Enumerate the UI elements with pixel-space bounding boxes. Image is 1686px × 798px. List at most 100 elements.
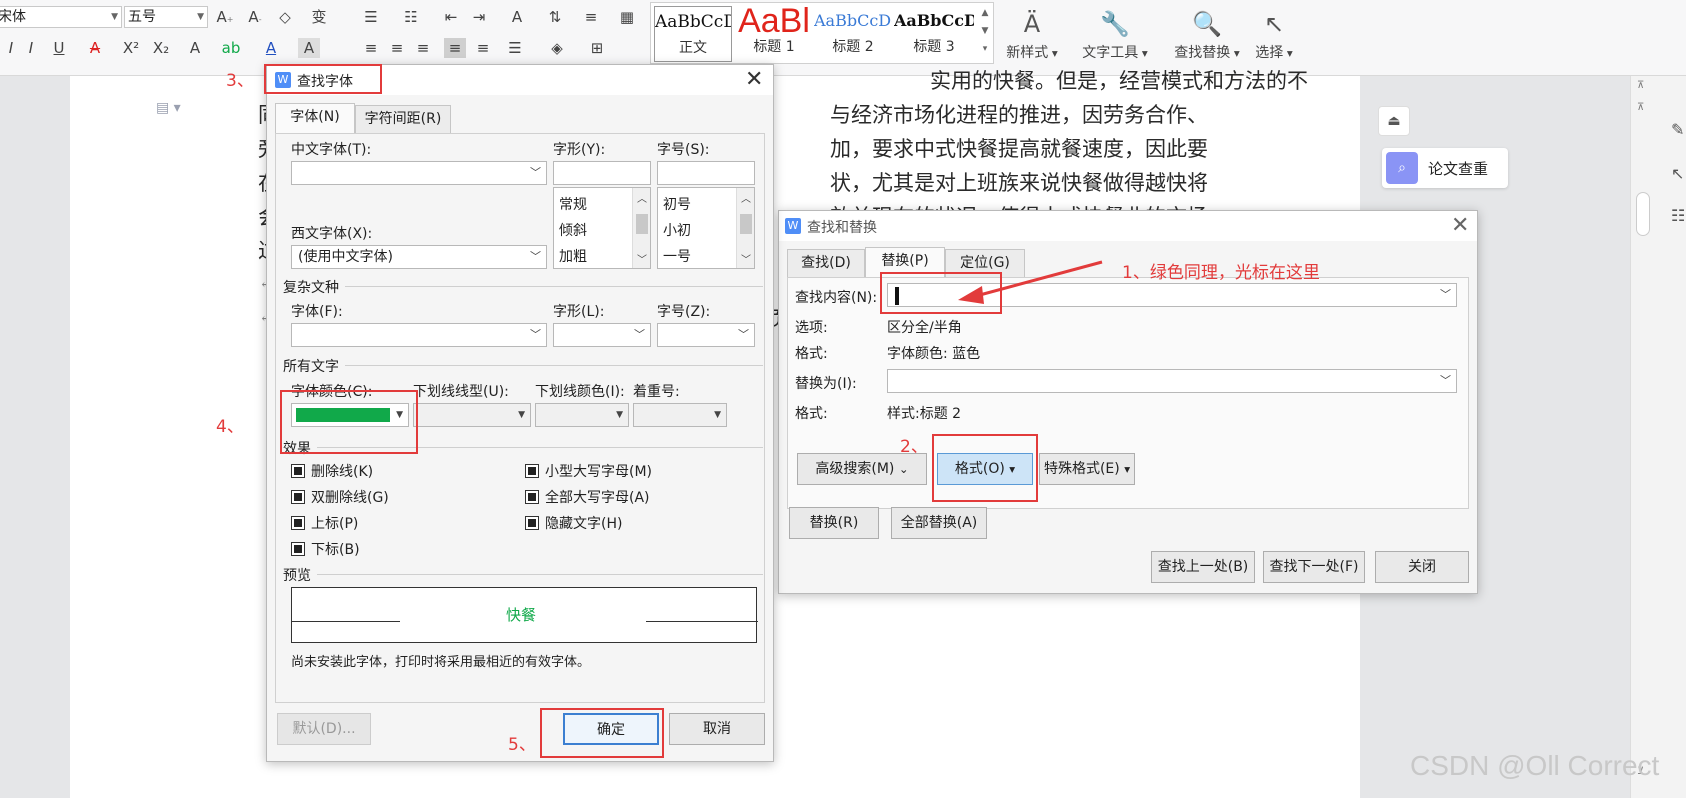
- complex-style-select[interactable]: ﹀: [553, 323, 651, 347]
- checkbox-box[interactable]: [291, 516, 305, 530]
- underline-type-select[interactable]: ▼: [413, 403, 531, 427]
- all-caps-checkbox[interactable]: 全部大写字母(A): [525, 487, 650, 507]
- list-item[interactable]: 小初: [663, 220, 691, 240]
- sliders-icon[interactable]: ☷: [1671, 206, 1685, 225]
- phonetic-icon[interactable]: 变: [308, 7, 330, 27]
- font-name-combo[interactable]: 宋体 ▼: [0, 6, 122, 28]
- checkbox-box[interactable]: [525, 490, 539, 504]
- close-icon[interactable]: ✕: [1451, 215, 1469, 237]
- line-spacing-icon[interactable]: ≡: [580, 7, 602, 27]
- style-list[interactable]: 常规 倾斜 加粗 ︿ ﹀: [553, 187, 651, 269]
- eraser-icon[interactable]: ◇: [274, 7, 296, 27]
- double-strikethrough-checkbox[interactable]: 双删除线(G): [291, 487, 389, 507]
- subscript-checkbox[interactable]: 下标(B): [291, 539, 360, 559]
- scroll-up-icon[interactable]: ⊼: [1637, 102, 1644, 113]
- checkbox-box[interactable]: [291, 542, 305, 556]
- default-button[interactable]: 默认(D)...: [277, 713, 371, 745]
- advanced-search-button[interactable]: 高级搜索(M) ⌄: [797, 453, 927, 485]
- text-effect-icon[interactable]: A: [184, 38, 206, 58]
- style-input[interactable]: [553, 161, 651, 185]
- paper-check-button[interactable]: ⌕ 论文查重: [1382, 148, 1508, 188]
- align-right-icon[interactable]: ≡: [412, 38, 434, 58]
- find-next-button[interactable]: 查找下一处(F): [1263, 551, 1365, 583]
- chevron-up-icon[interactable]: ︿: [737, 190, 755, 205]
- special-format-button[interactable]: 特殊格式(E) ▾: [1039, 453, 1135, 485]
- tab-char-spacing[interactable]: 字符间距(R): [355, 105, 451, 133]
- subscript-icon[interactable]: X₂: [150, 38, 172, 58]
- superscript-icon[interactable]: X²: [120, 38, 142, 58]
- chevron-down-icon[interactable]: ﹀: [633, 251, 651, 266]
- small-caps-checkbox[interactable]: 小型大写字母(M): [525, 461, 652, 481]
- paragraph-spacing-icon[interactable]: ☰: [504, 38, 526, 58]
- italic-icon[interactable]: I: [20, 38, 42, 58]
- char-shading-icon[interactable]: A: [298, 38, 320, 58]
- size-list[interactable]: 初号 小初 一号 ︿ ﹀: [657, 187, 755, 269]
- italic-icon[interactable]: I: [0, 38, 22, 58]
- replace-button[interactable]: 替换(R): [789, 507, 879, 539]
- pen-icon[interactable]: ✎: [1671, 120, 1684, 139]
- sort-icon[interactable]: ⇅: [544, 7, 566, 27]
- complex-font-select[interactable]: ﹀: [291, 323, 547, 347]
- style-heading-3[interactable]: AaBbCcDd 标题 3: [894, 6, 974, 62]
- font-size-combo[interactable]: 五号 ▼: [124, 6, 208, 28]
- find-previous-button[interactable]: 查找上一处(B): [1151, 551, 1255, 583]
- border-icon[interactable]: ⊞: [586, 38, 608, 58]
- doc-nav-icon[interactable]: ▤ ▾: [156, 100, 181, 116]
- strikethrough-checkbox[interactable]: 删除线(K): [291, 461, 373, 481]
- size-input[interactable]: [657, 161, 755, 185]
- hidden-text-checkbox[interactable]: 隐藏文字(H): [525, 513, 622, 533]
- scrollbar-thumb[interactable]: [740, 214, 752, 234]
- scrollbar[interactable]: ︿ ﹀: [632, 188, 650, 268]
- close-icon[interactable]: ✕: [745, 69, 763, 91]
- collapse-panel-icon[interactable]: ⏏: [1378, 106, 1410, 136]
- replace-input[interactable]: ﹀: [887, 369, 1457, 393]
- increase-indent-icon[interactable]: ⇥: [468, 7, 490, 27]
- shrink-font-icon[interactable]: A-: [244, 7, 266, 30]
- select-button[interactable]: ↖ 选择 ▾: [1252, 6, 1296, 62]
- align-center-icon[interactable]: ≡: [386, 38, 408, 58]
- checkbox-box[interactable]: [291, 490, 305, 504]
- new-style-button[interactable]: Ä 新样式 ▾: [1000, 6, 1064, 62]
- superscript-checkbox[interactable]: 上标(P): [291, 513, 358, 533]
- checkbox-box[interactable]: [525, 516, 539, 530]
- close-button[interactable]: 关闭: [1375, 551, 1469, 583]
- western-font-select[interactable]: (使用中文字体) ﹀: [291, 245, 547, 269]
- list-item[interactable]: 一号: [663, 246, 691, 266]
- text-tools-button[interactable]: 🔧 文字工具 ▾: [1078, 6, 1152, 62]
- style-normal[interactable]: AaBbCcDd 正文: [654, 6, 732, 62]
- complex-size-select[interactable]: ﹀: [657, 323, 755, 347]
- style-heading-1[interactable]: AaBl 标题 1: [736, 6, 812, 62]
- cancel-button[interactable]: 取消: [669, 713, 765, 745]
- chevron-down-icon[interactable]: ﹀: [737, 251, 755, 266]
- chinese-font-select[interactable]: ﹀: [291, 161, 547, 185]
- style-heading-2[interactable]: AaBbCcDd 标题 2: [814, 6, 892, 62]
- scrollbar[interactable]: ︿ ﹀: [736, 188, 754, 268]
- numbered-list-icon[interactable]: ☷: [400, 7, 422, 27]
- find-replace-button[interactable]: 🔍 查找替换 ▾: [1170, 6, 1244, 62]
- bullet-list-icon[interactable]: ☰: [360, 7, 382, 27]
- highlight-icon[interactable]: ab: [220, 38, 242, 58]
- align-left-icon[interactable]: ≡: [360, 38, 382, 58]
- text-direction-icon[interactable]: A: [506, 7, 528, 27]
- grow-font-icon[interactable]: A+: [214, 7, 236, 30]
- list-item[interactable]: 常规: [559, 194, 587, 214]
- decrease-indent-icon[interactable]: ⇤: [440, 7, 462, 27]
- cursor-icon[interactable]: ↖: [1671, 164, 1684, 183]
- checkbox-box[interactable]: [525, 464, 539, 478]
- replace-all-button[interactable]: 全部替换(A): [891, 507, 987, 539]
- underline-icon[interactable]: U: [48, 38, 70, 58]
- scroll-up-icon[interactable]: ⊼: [1637, 80, 1644, 91]
- checkbox-box[interactable]: [291, 464, 305, 478]
- list-item[interactable]: 倾斜: [559, 220, 587, 240]
- list-item[interactable]: 初号: [663, 194, 691, 214]
- distribute-icon[interactable]: ≡: [472, 38, 494, 58]
- font-color-icon[interactable]: A: [260, 38, 282, 58]
- list-item[interactable]: 加粗: [559, 246, 587, 266]
- style-gallery-scroll[interactable]: ▲ ▼ ▾: [978, 4, 992, 62]
- underline-color-select[interactable]: ▼: [535, 403, 629, 427]
- emphasis-select[interactable]: ▼: [633, 403, 727, 427]
- tab-find[interactable]: 查找(D): [787, 249, 865, 277]
- tab-font[interactable]: 字体(N): [275, 103, 355, 133]
- strikethrough-icon[interactable]: A: [84, 38, 106, 58]
- table-icon[interactable]: ▦: [616, 7, 638, 27]
